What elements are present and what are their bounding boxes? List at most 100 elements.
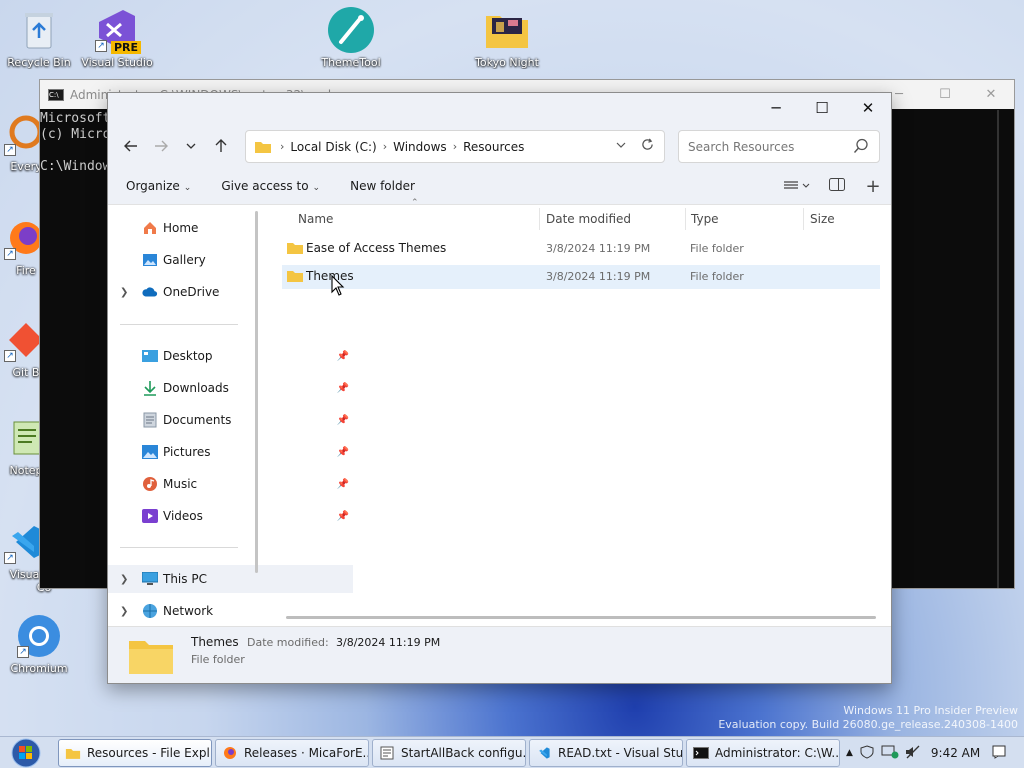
nav-scrollbar[interactable] [255,211,258,573]
search-input[interactable]: Search Resources [688,140,794,154]
column-header-type[interactable]: Type [691,206,719,232]
breadcrumb-separator: › [382,140,388,153]
desktop-icon-themetool[interactable]: ThemeTool [311,6,391,69]
cmd-icon: C:\ [48,88,64,101]
details-date-label: Date modified: [247,636,329,649]
maximize-button[interactable]: ☐ [799,93,845,124]
folder-icon [255,141,271,153]
start-button[interactable] [4,738,48,768]
view-options-button[interactable] [775,179,819,195]
mouse-cursor-icon [331,275,345,296]
column-divider[interactable] [803,208,804,230]
breadcrumb-windows[interactable]: Windows [393,140,447,154]
file-list[interactable]: ⌃ Name Date modified Type Size Ease of A… [266,198,891,626]
file-row[interactable]: Ease of Access Themes 3/8/2024 11:19 PM … [282,237,880,261]
volume-muted-icon[interactable] [905,745,921,762]
console-scrollbar[interactable] [997,110,999,588]
music-icon [142,476,158,492]
column-divider[interactable] [539,208,540,230]
horizontal-scrollbar[interactable] [286,616,876,619]
desktop-icon-label: Recycle Bin [7,56,71,69]
nav-label: Pictures [163,445,211,459]
taskbar-item-label: StartAllBack configu... [401,746,526,760]
taskbar-item-firefox[interactable]: Releases · MicaForE... [215,739,369,767]
column-divider[interactable] [685,208,686,230]
clock[interactable]: 9:42 AM [931,746,980,760]
recent-locations-button[interactable] [176,131,206,161]
back-button[interactable] [116,131,146,161]
download-icon [142,380,158,396]
up-button[interactable] [206,131,236,161]
breadcrumb-local-disk[interactable]: Local Disk (C:) [290,140,376,154]
videos-icon [142,508,158,524]
nav-label: Music [163,477,198,491]
details-name: Themes [191,635,239,649]
file-name: Themes [306,269,354,283]
watermark-line1: Windows 11 Pro Insider Preview [843,704,1018,717]
forward-button[interactable] [146,131,176,161]
column-header-date[interactable]: Date modified [546,206,631,232]
column-header-size[interactable]: Size [810,206,835,232]
expand-chevron-icon[interactable]: ❯ [120,606,128,617]
nav-label: Videos [163,509,203,523]
refresh-icon [641,138,653,150]
details-date-value: 3/8/2024 11:19 PM [336,636,441,649]
desktop-icon-chromium[interactable]: ↗ Chromium [0,612,79,675]
list-view-icon [784,180,810,189]
onedrive-icon [142,284,158,300]
security-shield-icon[interactable] [859,744,875,762]
file-row-selected[interactable]: Themes 3/8/2024 11:19 PM File folder [282,265,880,289]
taskbar-item-vscode[interactable]: READ.txt - Visual Stu... [529,739,683,767]
console-close-button[interactable]: ✕ [968,80,1014,109]
system-tray: ▲ 9:42 AM [846,737,1012,768]
visual-studio-icon: ↗ PRE [93,6,141,54]
organize-button[interactable]: Organize ⌄ [126,179,191,193]
watermark-line2: Evaluation copy. Build 26080.ge_release.… [718,718,1018,731]
console-maximize-button[interactable]: ☐ [922,80,968,109]
notification-icon[interactable] [992,745,1006,762]
refresh-button[interactable] [634,138,660,155]
nav-label: This PC [163,572,207,586]
breadcrumb-resources[interactable]: Resources [463,140,524,154]
details-pane-button[interactable] [819,178,855,195]
expand-chevron-icon[interactable]: ❯ [120,574,128,585]
command-bar: Organize ⌄ Give access to ⌄ New folder + [108,168,891,205]
network-status-icon[interactable] [881,745,899,762]
recycle-bin-icon [15,6,63,54]
search-icon [853,138,868,153]
address-bar[interactable]: › Local Disk (C:) › Windows › Resources [245,130,665,163]
desktop-icon-visual-studio[interactable]: ↗ PRE Visual Studio [77,6,157,69]
organize-label: Organize [126,179,180,193]
nav-label: Network [163,604,214,618]
file-name: Ease of Access Themes [306,241,447,255]
close-button[interactable]: ✕ [845,93,891,124]
desktop-icon-recycle-bin[interactable]: Recycle Bin [0,6,79,69]
taskbar-item-label: Resources - File Expl... [87,746,212,760]
shortcut-arrow-icon: ↗ [4,350,16,362]
computer-icon [142,571,158,587]
desktop-icon-tokyo-night[interactable]: Tokyo Night [467,6,547,69]
arrow-up-icon [215,139,227,152]
taskbar-item-cmd[interactable]: Administrator: C:\W... [686,739,840,767]
explorer-window-controls: ─ ☐ ✕ [753,93,891,124]
explorer-titlebar[interactable]: ─ ☐ ✕ [108,93,891,124]
taskbar-item-startallback[interactable]: StartAllBack configu... [372,739,526,767]
file-explorer-window[interactable]: ─ ☐ ✕ › Local Disk (C:) › Windows › Reso… [107,92,892,684]
folder-icon [65,746,81,760]
folder-large-icon [129,641,173,674]
breadcrumb-separator: › [452,140,458,153]
taskbar-item-file-explorer[interactable]: Resources - File Expl... [58,739,212,767]
give-access-button[interactable]: Give access to ⌄ [221,179,320,193]
column-header-name[interactable]: Name [298,206,333,232]
breadcrumb-separator: › [280,140,285,153]
new-tab-button[interactable]: + [855,176,891,197]
folder-icon [287,243,303,254]
file-type: File folder [690,270,744,283]
show-hidden-icons-button[interactable]: ▲ [846,748,853,758]
new-folder-button[interactable]: New folder [350,179,415,193]
expand-chevron-icon[interactable]: ❯ [120,287,128,298]
minimize-button[interactable]: ─ [753,93,799,124]
address-dropdown-button[interactable] [608,139,634,154]
search-box[interactable]: Search Resources [678,130,880,163]
details-type: File folder [191,653,245,666]
